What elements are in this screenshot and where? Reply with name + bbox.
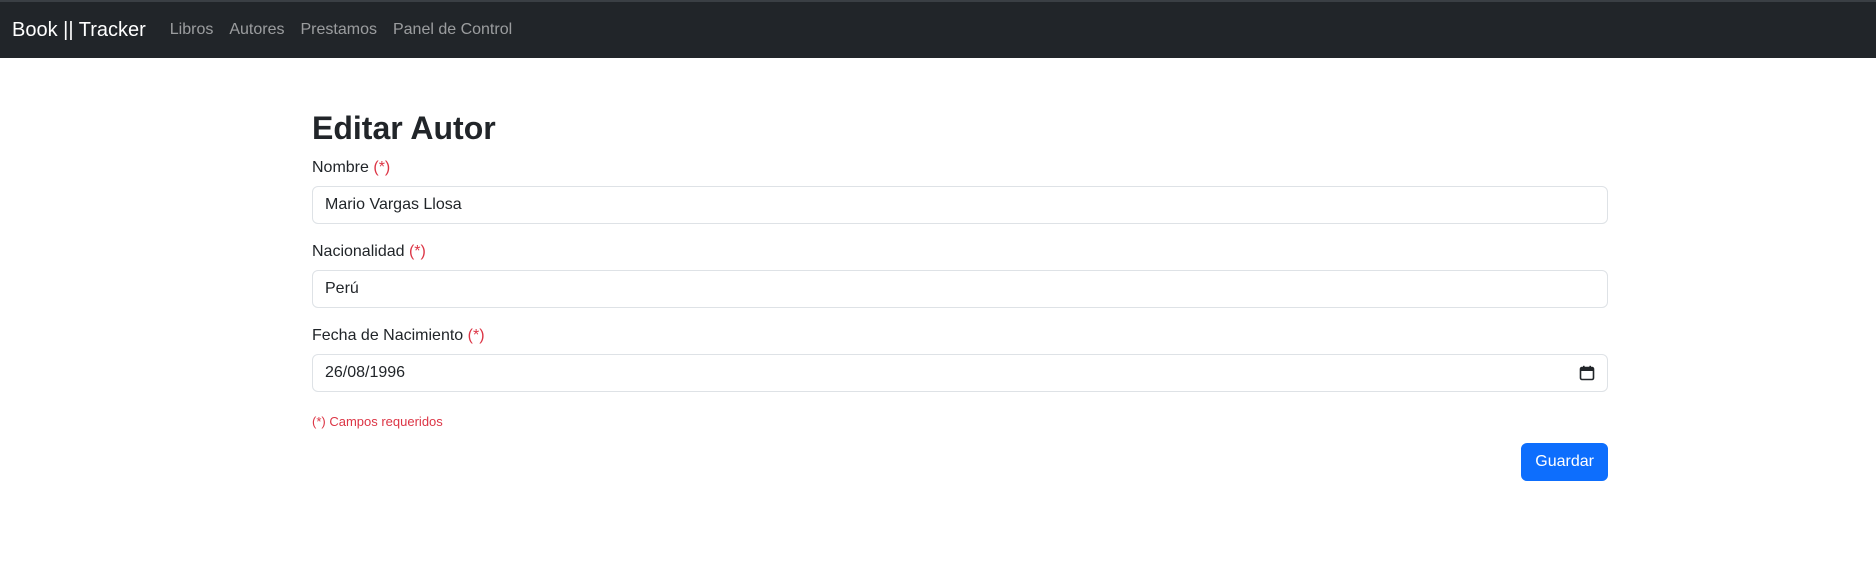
nacionalidad-input[interactable]: Perú xyxy=(312,270,1608,308)
field-nombre: Nombre (*) Mario Vargas Llosa xyxy=(312,158,1608,224)
field-nacionalidad: Nacionalidad (*) Perú xyxy=(312,242,1608,308)
required-marker: (*) xyxy=(408,243,426,260)
main-container: Editar Autor Nombre (*) Mario Vargas Llo… xyxy=(312,58,1608,481)
page-title: Editar Autor xyxy=(312,110,496,146)
required-marker: (*) xyxy=(373,159,391,176)
brand-logo-link[interactable]: Book || Tracker xyxy=(12,19,146,42)
fecha-nacimiento-input-value: 26/08/1996 xyxy=(325,364,406,381)
nombre-label: Nombre (*) xyxy=(312,158,1608,178)
fecha-nacimiento-label-text: Fecha de Nacimiento xyxy=(312,327,464,344)
form-actions: Guardar xyxy=(312,443,1608,481)
nav-link-panel-de-control[interactable]: Panel de Control xyxy=(393,21,512,39)
top-navbar: Book || Tracker Libros Autores Prestamos… xyxy=(0,0,1876,58)
nav-link-libros[interactable]: Libros xyxy=(170,21,214,39)
nombre-label-text: Nombre xyxy=(312,159,369,176)
nacionalidad-label: Nacionalidad (*) xyxy=(312,242,1608,262)
guardar-button[interactable]: Guardar xyxy=(1521,443,1608,481)
fecha-nacimiento-label: Fecha de Nacimiento (*) xyxy=(312,326,1608,346)
required-marker: (*) xyxy=(467,327,485,344)
field-fecha-nacimiento: Fecha de Nacimiento (*) 26/08/1996 xyxy=(312,326,1608,392)
nav-link-autores[interactable]: Autores xyxy=(229,21,284,39)
calendar-icon[interactable] xyxy=(1579,365,1595,381)
nombre-input-value: Mario Vargas Llosa xyxy=(325,196,462,213)
required-fields-note: (*) Campos requeridos xyxy=(312,414,443,429)
nombre-input[interactable]: Mario Vargas Llosa xyxy=(312,186,1608,224)
nacionalidad-input-value: Perú xyxy=(325,280,359,297)
nav-link-prestamos[interactable]: Prestamos xyxy=(301,21,377,39)
nacionalidad-label-text: Nacionalidad xyxy=(312,243,405,260)
fecha-nacimiento-date-input[interactable]: 26/08/1996 xyxy=(312,354,1608,392)
